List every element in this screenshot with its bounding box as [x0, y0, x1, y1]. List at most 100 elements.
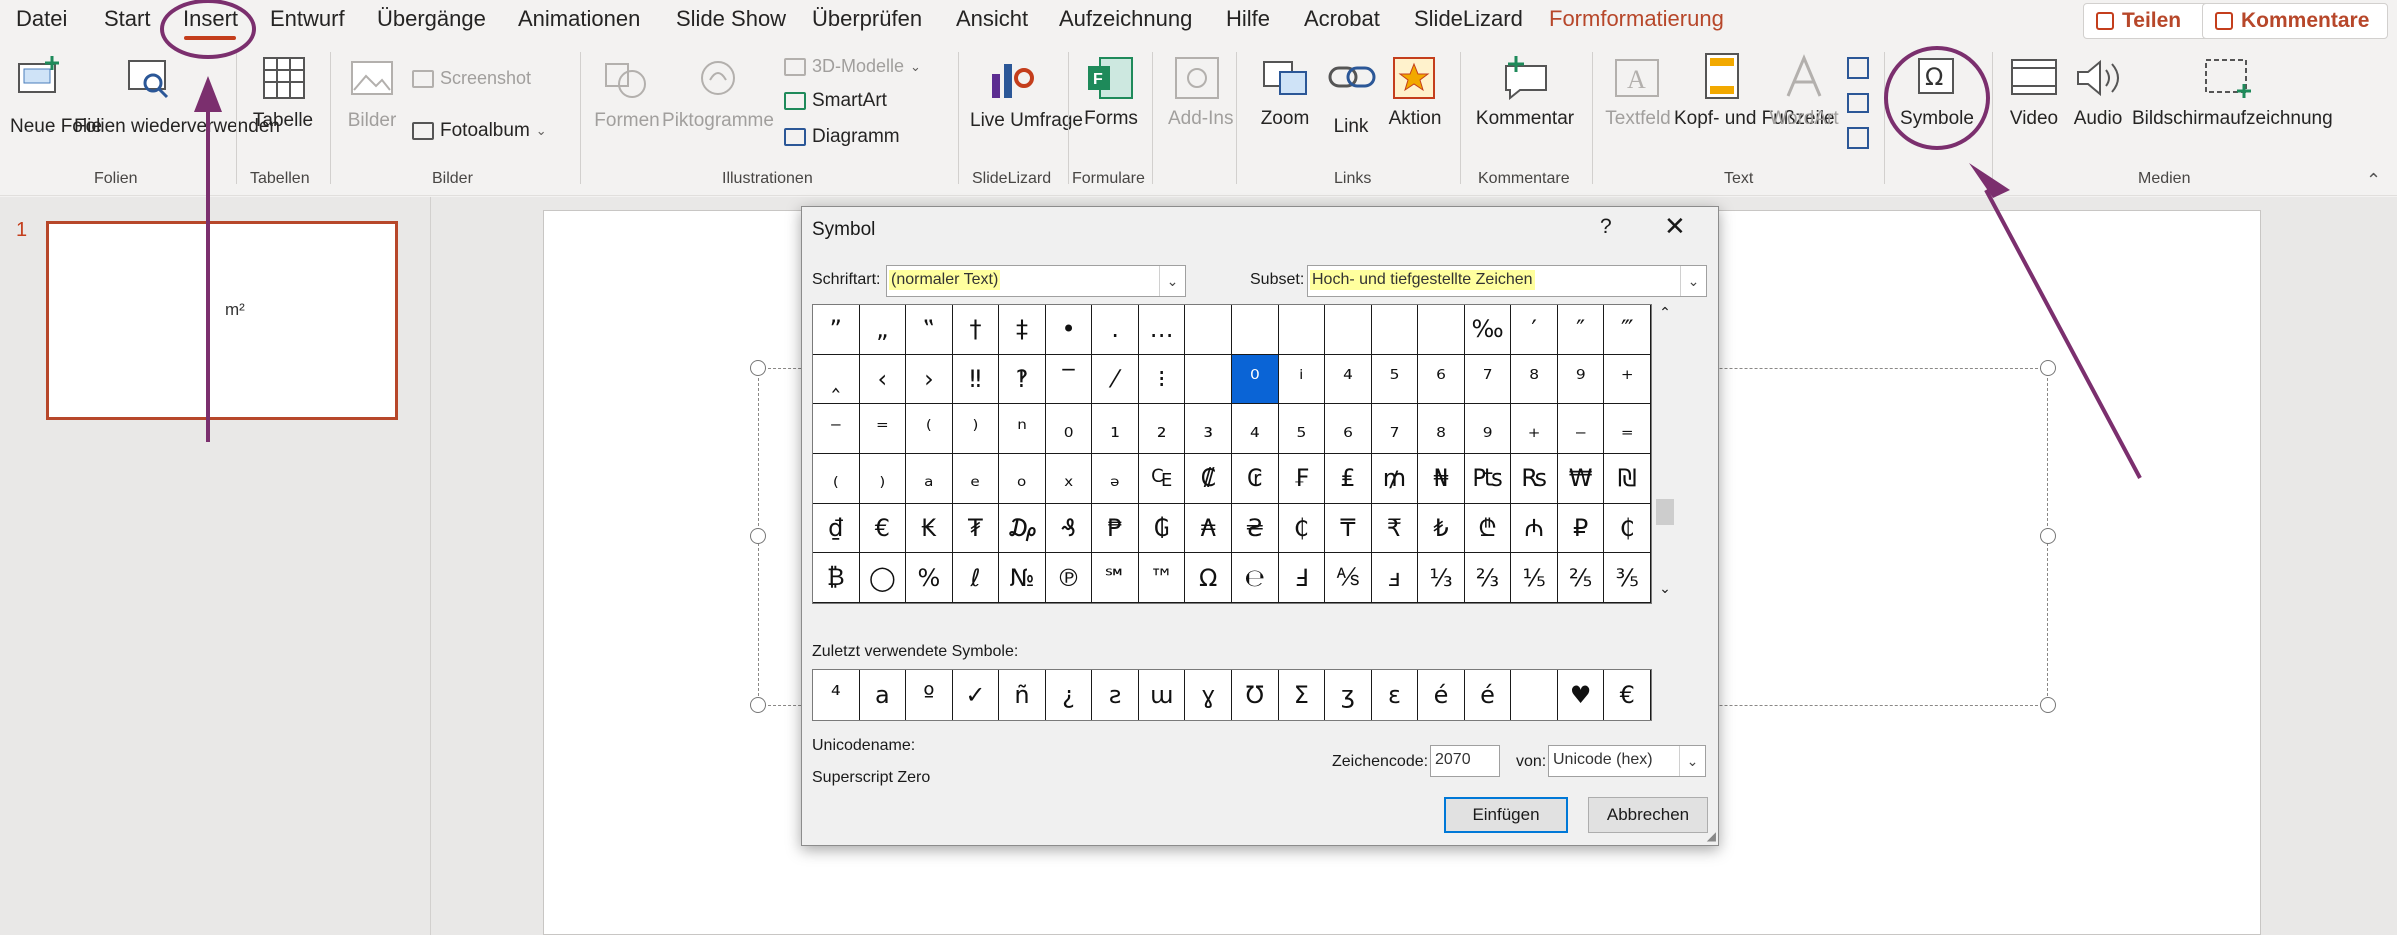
symbol-cell[interactable]: ₯ [999, 503, 1046, 554]
resize-handle[interactable] [750, 360, 766, 376]
symbol-cell[interactable]: ‡ [999, 305, 1046, 355]
symbol-cell[interactable]: ₵ [1604, 503, 1651, 554]
recent-symbol-cell[interactable]: Ʊ [1232, 670, 1279, 720]
symbol-cell[interactable]: ′ [1511, 305, 1558, 355]
symbol-cell[interactable] [1185, 305, 1232, 355]
symbol-cell[interactable]: ℓ [952, 553, 1000, 603]
symbol-cell[interactable]: ₳ [1185, 503, 1232, 554]
symbol-cell[interactable]: ₒ [999, 454, 1046, 504]
symbol-cell[interactable]: ″ [1557, 305, 1605, 355]
tab-start[interactable]: Start [104, 6, 150, 32]
symbol-cell[interactable]: ⁿ [999, 404, 1046, 454]
charcode-input[interactable]: 2070 [1430, 745, 1500, 777]
symbol-cell[interactable]: › [906, 354, 953, 405]
symbol-cell[interactable]: ⁄ [1092, 354, 1139, 405]
close-icon[interactable]: ✕ [1664, 211, 1686, 242]
tab-slidelizard[interactable]: SlideLizard [1414, 6, 1523, 32]
recent-symbol-cell[interactable]: ñ [999, 670, 1046, 720]
symbol-cell[interactable]: ₼ [1511, 503, 1558, 554]
resize-handle[interactable] [2040, 360, 2056, 376]
tab-insert[interactable]: Insert [183, 6, 238, 32]
symbol-cell[interactable]: ₇ [1371, 404, 1419, 454]
symbol-cell[interactable]: ₾ [1464, 503, 1512, 554]
font-select[interactable]: (normaler Text) ⌄ [886, 265, 1186, 297]
symbol-cell[interactable]: ⁱ [1278, 354, 1326, 405]
recent-symbol-cell[interactable]: ʒ [1325, 670, 1372, 720]
symbol-cell[interactable]: ‴ [1604, 305, 1651, 355]
symbol-cell[interactable]: ₪ [1604, 454, 1651, 504]
symbol-cell[interactable]: ⅖ [1557, 553, 1605, 603]
symbol-cell[interactable]: ₎ [859, 454, 907, 504]
symbol-cell[interactable]: ⅕ [1511, 553, 1558, 603]
tab-hilfe[interactable]: Hilfe [1226, 6, 1270, 32]
recent-symbol-cell[interactable]: ♥ [1558, 670, 1605, 720]
symbol-cell[interactable]: ‽ [999, 354, 1046, 405]
tab-slide-show[interactable]: Slide Show [676, 6, 786, 32]
symbol-cell[interactable]: ⅗ [1604, 553, 1651, 603]
symbol-cell[interactable]: ⁴ [1325, 354, 1372, 405]
subset-select[interactable]: Hoch- und tiefgestellte Zeichen ⌄ [1307, 265, 1707, 297]
symbol-cell[interactable]: ₰ [1045, 503, 1093, 554]
symbol-cell[interactable]: ⁷ [1464, 354, 1512, 405]
symbol-cell[interactable]: ₵ [1278, 503, 1326, 554]
symbol-cell[interactable]: ₭ [906, 503, 953, 554]
symbol-cell[interactable]: ₲ [1138, 503, 1186, 554]
symbol-cell[interactable]: ₔ [1092, 454, 1139, 504]
resize-handle[interactable] [750, 528, 766, 544]
tab-formformatierung[interactable]: Formformatierung [1549, 6, 1724, 32]
cancel-button[interactable]: Abbrechen [1588, 797, 1708, 833]
tab-animationen[interactable]: Animationen [518, 6, 640, 32]
symbol-cell[interactable]: ₊ [1511, 404, 1558, 454]
symbol-cell[interactable]: ⁹ [1557, 354, 1605, 405]
symbol-cell[interactable]: ₂ [1138, 404, 1186, 454]
symbol-cell[interactable]: ‸ [813, 354, 860, 405]
symbol-cell[interactable] [1325, 305, 1372, 355]
recent-symbol-cell[interactable]: a [860, 670, 907, 720]
symbol-cell[interactable]: ₓ [1045, 454, 1093, 504]
tab-acrobat[interactable]: Acrobat [1304, 6, 1380, 32]
symbol-cell[interactable]: ℮ [1232, 553, 1279, 603]
tab-aufzeichnung[interactable]: Aufzeichnung [1059, 6, 1192, 32]
symbol-cell[interactable]: ₿ [813, 553, 860, 603]
tab-ansicht[interactable]: Ansicht [956, 6, 1028, 32]
symbol-cell[interactable]: ⁺ [1604, 354, 1651, 405]
recent-symbol-cell[interactable]: º [906, 670, 953, 720]
help-icon[interactable]: ? [1600, 215, 1612, 239]
symbol-cell[interactable]: ․ [1092, 305, 1139, 355]
recent-symbol-cell[interactable]: ✓ [953, 670, 1000, 720]
symbol-cell[interactable] [1278, 305, 1326, 355]
symbol-cell[interactable]: ™ [1138, 553, 1186, 603]
symbol-cell[interactable]: Ω [1185, 553, 1232, 603]
symbol-cell[interactable]: ⁵ [1371, 354, 1419, 405]
recent-symbol-cell[interactable]: € [1604, 670, 1651, 720]
symbol-cell[interactable]: ₩ [1557, 454, 1605, 504]
symbol-cell[interactable]: ₆ [1325, 404, 1372, 454]
symbol-cell[interactable]: ⁼ [859, 404, 907, 454]
symbol-cell[interactable]: ₌ [1604, 404, 1651, 454]
symbol-cell[interactable]: ₨ [1511, 454, 1558, 504]
resize-handle[interactable] [750, 697, 766, 713]
tab-datei[interactable]: Datei [16, 6, 67, 32]
symbol-cell[interactable] [1418, 305, 1465, 355]
symbol-cell[interactable]: ₧ [1464, 454, 1512, 504]
symbol-cell[interactable]: ⅍ [1325, 553, 1372, 603]
collapse-ribbon-icon[interactable]: ⌃ [2366, 170, 2381, 191]
symbol-cell[interactable]: % [906, 553, 953, 603]
symbol-cell[interactable] [1371, 305, 1419, 355]
symbol-cell[interactable] [1232, 305, 1279, 355]
symbol-cell-selected[interactable]: ⁰ [1232, 354, 1279, 405]
symbol-cell[interactable]: ⁾ [952, 404, 1000, 454]
scroll-up-icon[interactable]: ⌃ [1653, 304, 1677, 326]
symbol-cell[interactable]: ₐ [906, 454, 953, 504]
symbol-cell[interactable]: ₍ [813, 454, 860, 504]
symbol-cell[interactable]: ⅎ [1371, 553, 1419, 603]
tab-entwurf[interactable]: Entwurf [270, 6, 345, 32]
smartart-button[interactable]: SmartArt [784, 90, 887, 112]
symbol-cell[interactable]: ₡ [1185, 454, 1232, 504]
symbol-cell[interactable]: ₤ [1325, 454, 1372, 504]
symbol-cell[interactable]: ₫ [813, 503, 860, 554]
symbol-cell[interactable]: ₮ [952, 503, 1000, 554]
symbol-cell[interactable]: ₢ [1232, 454, 1279, 504]
symbol-cell[interactable]: ‹ [859, 354, 907, 405]
tab-uebergaenge[interactable]: Übergänge [377, 6, 486, 32]
